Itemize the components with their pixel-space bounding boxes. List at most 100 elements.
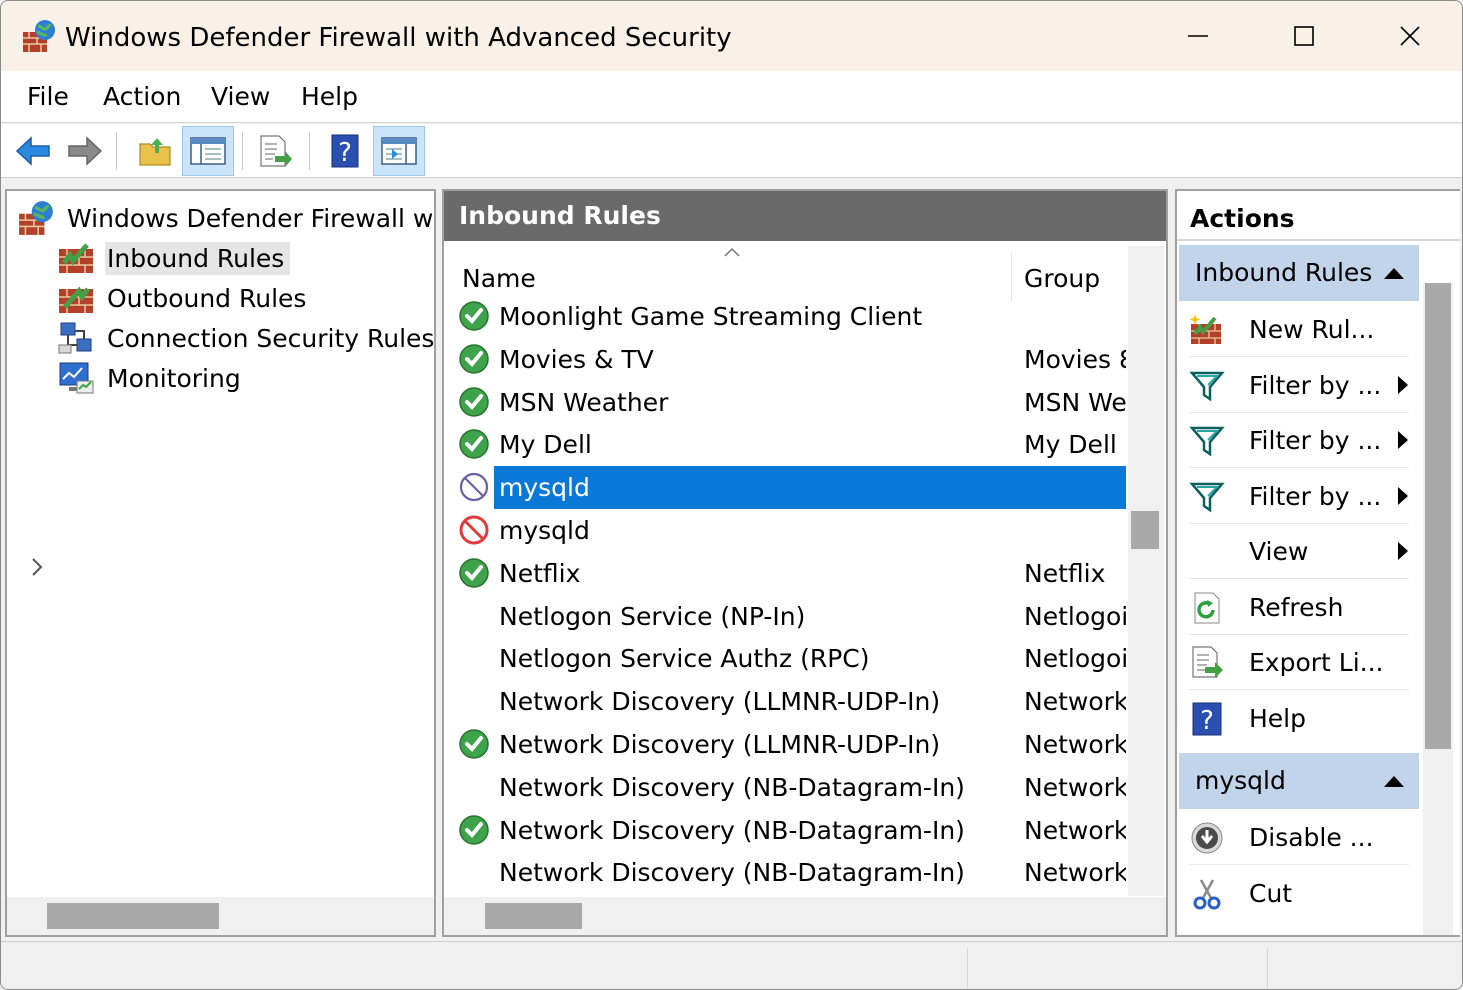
tree-item-monitoring[interactable]: Monitoring bbox=[57, 359, 247, 397]
tree-root[interactable]: Windows Defender Firewall with bbox=[17, 199, 436, 237]
rule-name-cell: My Dell bbox=[499, 430, 592, 460]
collapse-up-icon[interactable] bbox=[1383, 266, 1405, 280]
actions-section-inbound-rules[interactable]: Inbound Rules bbox=[1179, 245, 1419, 301]
actions-vertical-scrollbar[interactable] bbox=[1423, 283, 1453, 935]
action-item[interactable]: ? Help bbox=[1189, 691, 1409, 746]
rule-enabled-check-icon bbox=[458, 343, 490, 375]
table-row[interactable]: Netlogon Service (NP-In) Netlogoi bbox=[448, 595, 1126, 638]
action-label: Filter by ... bbox=[1249, 426, 1382, 455]
tree-item-label: Connection Security Rules bbox=[107, 323, 435, 353]
column-header-name[interactable]: Name bbox=[462, 262, 536, 296]
help-icon: ? bbox=[331, 134, 359, 168]
menu-file[interactable]: File bbox=[27, 81, 69, 113]
actions-section-mysqld[interactable]: mysqld bbox=[1179, 753, 1419, 809]
connection-security-icon bbox=[58, 322, 92, 354]
title-bar: Windows Defender Firewall with Advanced … bbox=[1, 1, 1462, 71]
svg-text:?: ? bbox=[338, 138, 352, 168]
firewall-globe-icon bbox=[19, 201, 53, 235]
menu-view[interactable]: View bbox=[211, 81, 270, 113]
scrollbar-thumb[interactable] bbox=[1425, 283, 1451, 749]
minimize-button[interactable] bbox=[1145, 1, 1251, 71]
table-row[interactable]: Netlogon Service Authz (RPC) Netlogoi bbox=[448, 637, 1126, 680]
table-row[interactable]: Network Discovery (NB-Datagram-In) Networ… bbox=[448, 851, 1126, 894]
rule-name-cell: Network Discovery (NB-Datagram-In) bbox=[499, 772, 965, 802]
table-row[interactable]: Network Discovery (NB-Datagram-In) Networ… bbox=[448, 809, 1126, 852]
show-hide-console-tree-button[interactable] bbox=[182, 126, 234, 176]
help-button[interactable]: ? bbox=[319, 126, 371, 176]
rule-enabled-check-icon bbox=[458, 386, 490, 418]
table-row[interactable]: Movies & TV Movies 8 bbox=[448, 338, 1126, 381]
show-hide-action-pane-button[interactable] bbox=[373, 126, 425, 176]
rules-horizontal-scrollbar[interactable] bbox=[444, 897, 1166, 935]
close-button[interactable] bbox=[1357, 1, 1462, 71]
action-item[interactable]: View bbox=[1189, 524, 1409, 579]
collapse-up-icon[interactable] bbox=[1383, 774, 1405, 788]
forward-button[interactable] bbox=[59, 126, 111, 176]
rule-group-cell bbox=[1024, 466, 1126, 509]
table-row[interactable]: mysqld bbox=[448, 466, 1126, 510]
menu-action[interactable]: Action bbox=[103, 81, 181, 113]
filter-icon bbox=[1189, 423, 1225, 459]
tree-horizontal-scrollbar[interactable] bbox=[7, 897, 434, 935]
rule-name-cell: Network Discovery (LLMNR-UDP-In) bbox=[499, 687, 941, 717]
action-label: Disable ... bbox=[1249, 823, 1374, 852]
export-list-button[interactable] bbox=[249, 126, 301, 176]
filter-icon bbox=[1189, 368, 1225, 404]
tree-item-outbound-rules[interactable]: Outbound Rules bbox=[57, 279, 312, 317]
close-icon bbox=[1400, 26, 1420, 46]
action-label: Refresh bbox=[1249, 592, 1344, 622]
rule-group-cell: Network bbox=[1024, 772, 1126, 802]
monitoring-icon bbox=[59, 362, 94, 394]
rules-vertical-scrollbar[interactable] bbox=[1128, 246, 1164, 896]
table-row[interactable]: Netflix Netflix bbox=[448, 552, 1126, 595]
table-row[interactable]: Moonlight Game Streaming Client bbox=[448, 295, 1126, 338]
tree-root-label: Windows Defender Firewall with bbox=[67, 203, 436, 233]
export-list-icon bbox=[260, 135, 292, 167]
window-title: Windows Defender Firewall with Advanced … bbox=[65, 23, 732, 53]
rule-name-cell: Netflix bbox=[499, 558, 581, 588]
rule-group-cell: Movies 8 bbox=[1024, 344, 1126, 374]
tree-item-inbound-rules[interactable]: Inbound Rules bbox=[57, 239, 291, 277]
action-item[interactable]: New Rul... bbox=[1189, 302, 1409, 357]
column-header-group[interactable]: Group bbox=[1024, 262, 1100, 296]
section-label: Inbound Rules bbox=[1195, 258, 1373, 287]
refresh-icon bbox=[1189, 590, 1225, 626]
action-label: Export Li... bbox=[1249, 648, 1384, 677]
table-row[interactable]: mysqld bbox=[448, 509, 1126, 552]
rule-name-cell: Network Discovery (NB-Datagram-In) bbox=[499, 858, 965, 888]
table-row[interactable]: Network Discovery (LLMNR-UDP-In) Network bbox=[448, 680, 1126, 723]
table-row[interactable]: Network Discovery (LLMNR-UDP-In) Network bbox=[448, 723, 1126, 766]
rule-name-cell: Moonlight Game Streaming Client bbox=[499, 302, 923, 331]
help-icon: ? bbox=[1189, 701, 1225, 737]
action-item[interactable]: Cut bbox=[1189, 866, 1409, 921]
disable-icon bbox=[1189, 820, 1225, 856]
rule-group-cell: My Dell bbox=[1024, 430, 1117, 460]
rule-name-cell: Netlogon Service (NP-In) bbox=[499, 601, 806, 631]
scrollbar-thumb[interactable] bbox=[485, 903, 582, 929]
action-item[interactable]: Filter by ... bbox=[1189, 469, 1409, 524]
export-list-icon bbox=[1189, 645, 1225, 681]
up-one-level-button[interactable] bbox=[129, 126, 181, 176]
toolbar: ? bbox=[1, 124, 1462, 178]
menu-help[interactable]: Help bbox=[301, 81, 358, 113]
table-row[interactable]: My Dell My Dell bbox=[448, 423, 1126, 466]
maximize-button[interactable] bbox=[1251, 1, 1357, 71]
table-row[interactable]: MSN Weather MSN We bbox=[448, 381, 1126, 424]
rule-group-cell bbox=[1024, 295, 1126, 338]
action-item[interactable]: Export Li... bbox=[1189, 635, 1409, 690]
section-label: mysqld bbox=[1195, 766, 1286, 795]
rule-name-cell: Netlogon Service Authz (RPC) bbox=[499, 644, 870, 674]
scrollbar-thumb[interactable] bbox=[1131, 511, 1159, 549]
scrollbar-thumb[interactable] bbox=[47, 903, 219, 929]
action-item[interactable]: Filter by ... bbox=[1189, 413, 1409, 468]
status-bar bbox=[1, 941, 1462, 989]
rule-group-cell: Network bbox=[1024, 687, 1126, 717]
chevron-right-icon[interactable] bbox=[25, 555, 49, 579]
action-item[interactable]: Disable ... bbox=[1189, 810, 1409, 865]
back-button[interactable] bbox=[7, 126, 59, 176]
action-item[interactable]: Refresh bbox=[1189, 580, 1409, 635]
rules-pane: Inbound Rules Name Group Moonlight Game … bbox=[442, 189, 1168, 937]
action-item[interactable]: Filter by ... bbox=[1189, 358, 1409, 413]
tree-item-connection-security-rules[interactable]: Connection Security Rules bbox=[57, 319, 435, 357]
table-row[interactable]: Network Discovery (NB-Datagram-In) Networ… bbox=[448, 766, 1126, 809]
